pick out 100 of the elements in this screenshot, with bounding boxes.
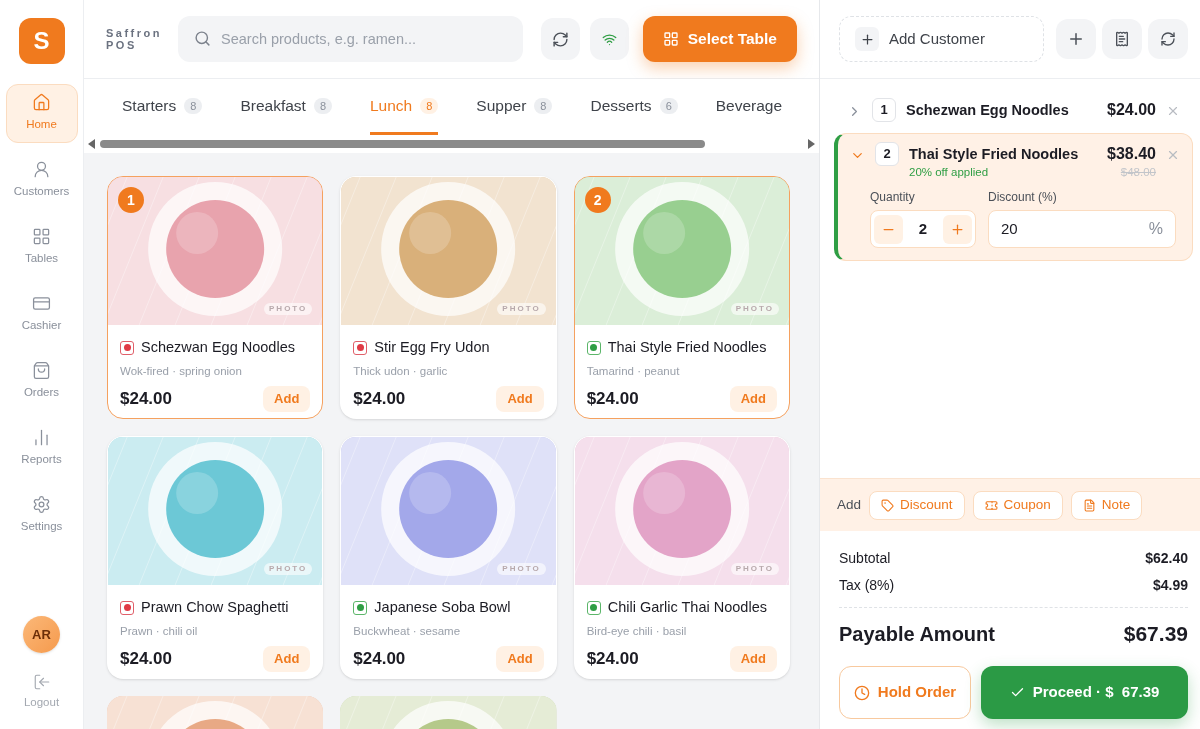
product-description: Thick udon · garlic	[353, 363, 449, 379]
product-name: Prawn Chow Spaghetti	[141, 598, 289, 617]
add-button[interactable]: Add	[496, 646, 544, 672]
discount-note: 20% off applied	[909, 166, 990, 178]
refresh-button[interactable]	[541, 18, 580, 60]
ticket-icon	[984, 498, 998, 512]
photo-tag: PHOTO	[497, 303, 546, 315]
logout-button[interactable]: Logout	[23, 672, 60, 711]
payable-amount: $67.39	[1123, 621, 1188, 648]
product-description: Prawn · chili oil	[120, 623, 199, 639]
add-button[interactable]: Add	[496, 386, 544, 412]
home-icon	[32, 93, 51, 113]
order-item[interactable]: 1 Schezwan Egg Noodles $24.00	[834, 89, 1193, 123]
product-description: Bird-eye chili · basil	[586, 623, 688, 639]
count-badge: 6	[659, 97, 678, 114]
add-button[interactable]: Add	[729, 646, 777, 672]
connection-button[interactable]	[589, 18, 629, 60]
add-option-button[interactable]: Note	[1070, 490, 1143, 520]
product-price: $24.00	[586, 388, 639, 410]
quantity-badge: 1	[872, 98, 896, 122]
discount-field[interactable]: 20 %	[988, 210, 1176, 248]
category-tab[interactable]: Breakfast 8	[240, 79, 332, 135]
search-field[interactable]: Search products, e.g. ramen...	[178, 16, 523, 62]
horizontal-scrollbar[interactable]	[84, 135, 819, 153]
app-logo: S	[18, 18, 65, 64]
document-icon	[1082, 498, 1096, 512]
add-option-button[interactable]: Discount	[869, 490, 965, 520]
add-button[interactable]: Add	[263, 386, 311, 412]
summary-value: $4.99	[1152, 576, 1188, 595]
nav-item[interactable]: Reports	[5, 419, 78, 478]
count-badge: 8	[420, 97, 439, 114]
add-label: Add	[837, 495, 862, 514]
product-name: Japanese Soba Bowl	[374, 598, 511, 617]
product-card[interactable]: PHOTO Prawn Chow Spaghetti Prawn · chili oil $24.00 Add	[107, 436, 324, 679]
field-label: Quantity	[870, 189, 916, 206]
item-name: Thai Style Fried Noodles	[909, 145, 1080, 164]
product-card[interactable]: PHOTO Japanese Soba Bowl Buckwheat · sesame $24.00 Add	[340, 436, 557, 679]
add-button[interactable]: Add	[729, 386, 777, 412]
add-option-button[interactable]: Coupon	[972, 490, 1063, 520]
nav-item[interactable]: Home	[5, 84, 78, 143]
product-price: $24.00	[353, 388, 406, 410]
proceed-button[interactable]: Proceed · $ 67.39	[981, 666, 1188, 719]
quantity-badge: 2	[875, 142, 899, 166]
refresh-button[interactable]	[1148, 19, 1188, 59]
bar-chart-icon	[32, 428, 51, 448]
product-price: $24.00	[120, 648, 172, 670]
nav-item[interactable]: Settings	[5, 486, 78, 545]
product-card[interactable]: PHOTO Stir Egg Fry Udon Thick udon · garlic $24.00 Add	[340, 176, 557, 419]
summary-value: $62.40	[1145, 549, 1188, 568]
category-tab[interactable]: Desserts 6	[590, 79, 678, 135]
add-button[interactable]: Add	[263, 646, 311, 672]
settings-icon	[32, 495, 51, 515]
scroll-left-icon[interactable]	[88, 139, 96, 149]
photo-tag: PHOTO	[264, 563, 313, 575]
product-name: Schezwan Egg Noodles	[141, 338, 295, 357]
nav-item[interactable]: Customers	[5, 151, 78, 210]
product-card[interactable]: 2 PHOTO Thai Style Fried Noodles Tamarind · peanut $24.00 Add	[573, 176, 790, 419]
original-price: $48.00	[1120, 166, 1156, 178]
scroll-right-icon[interactable]	[807, 139, 815, 149]
payable-label: Payable Amount	[839, 622, 995, 647]
wifi-icon	[601, 31, 617, 47]
search-icon	[194, 30, 211, 47]
category-tab[interactable]: Starters 8	[122, 79, 203, 135]
nav-item[interactable]: Cashier	[5, 285, 78, 344]
add-button[interactable]	[1056, 19, 1096, 59]
product-description: Tamarind · peanut	[586, 363, 681, 379]
item-price: $38.40	[1107, 144, 1156, 164]
select-table-button[interactable]: Select Table	[642, 16, 797, 62]
quantity-value: 2	[918, 218, 928, 239]
quantity-stepper[interactable]: 2	[870, 210, 976, 248]
percent-sign: %	[1148, 219, 1163, 239]
receipt-icon	[1114, 31, 1130, 47]
category-tab[interactable]: Beverage	[715, 79, 783, 135]
photo-tag: PHOTO	[264, 303, 313, 315]
order-item[interactable]: 2 Thai Style Fried Noodles 20% off applied $38.40 $48.00 Quantity 2 Discount (%) 20 %	[834, 133, 1193, 261]
product-description: Wok-fired · spring onion	[120, 363, 243, 379]
category-tab[interactable]: Supper 8	[476, 79, 553, 135]
exit-icon	[32, 672, 51, 691]
count-badge: 8	[313, 97, 332, 114]
summary-label: Tax (8%)	[839, 576, 895, 595]
grid-icon	[662, 31, 679, 47]
hold-order-button[interactable]: Hold Order	[839, 666, 971, 719]
product-card[interactable]: 1 PHOTO Schezwan Egg Noodles Wok-fired · spring onion $24.00 Add	[107, 176, 324, 419]
nav-item[interactable]: Orders	[5, 352, 78, 411]
plus-icon[interactable]	[950, 221, 965, 237]
close-icon[interactable]	[1166, 148, 1180, 162]
clock-icon	[853, 684, 870, 701]
product-price: $24.00	[120, 388, 172, 410]
add-customer-button[interactable]: Add Customer	[839, 16, 1044, 62]
user-avatar[interactable]: AR	[23, 615, 60, 653]
nav-item[interactable]: Tables	[5, 218, 78, 277]
close-icon[interactable]	[1166, 104, 1180, 118]
tag-icon	[881, 498, 895, 512]
product-card[interactable]: PHOTO Chili Garlic Thai Noodles Bird-eye chili · basil $24.00 Add	[573, 436, 790, 679]
product-price: $24.00	[586, 648, 639, 670]
grid-icon	[32, 227, 51, 247]
photo-tag: PHOTO	[730, 563, 779, 575]
item-price: $24.00	[1107, 100, 1156, 120]
receipt-button[interactable]	[1102, 19, 1142, 59]
photo-tag: PHOTO	[730, 303, 779, 315]
